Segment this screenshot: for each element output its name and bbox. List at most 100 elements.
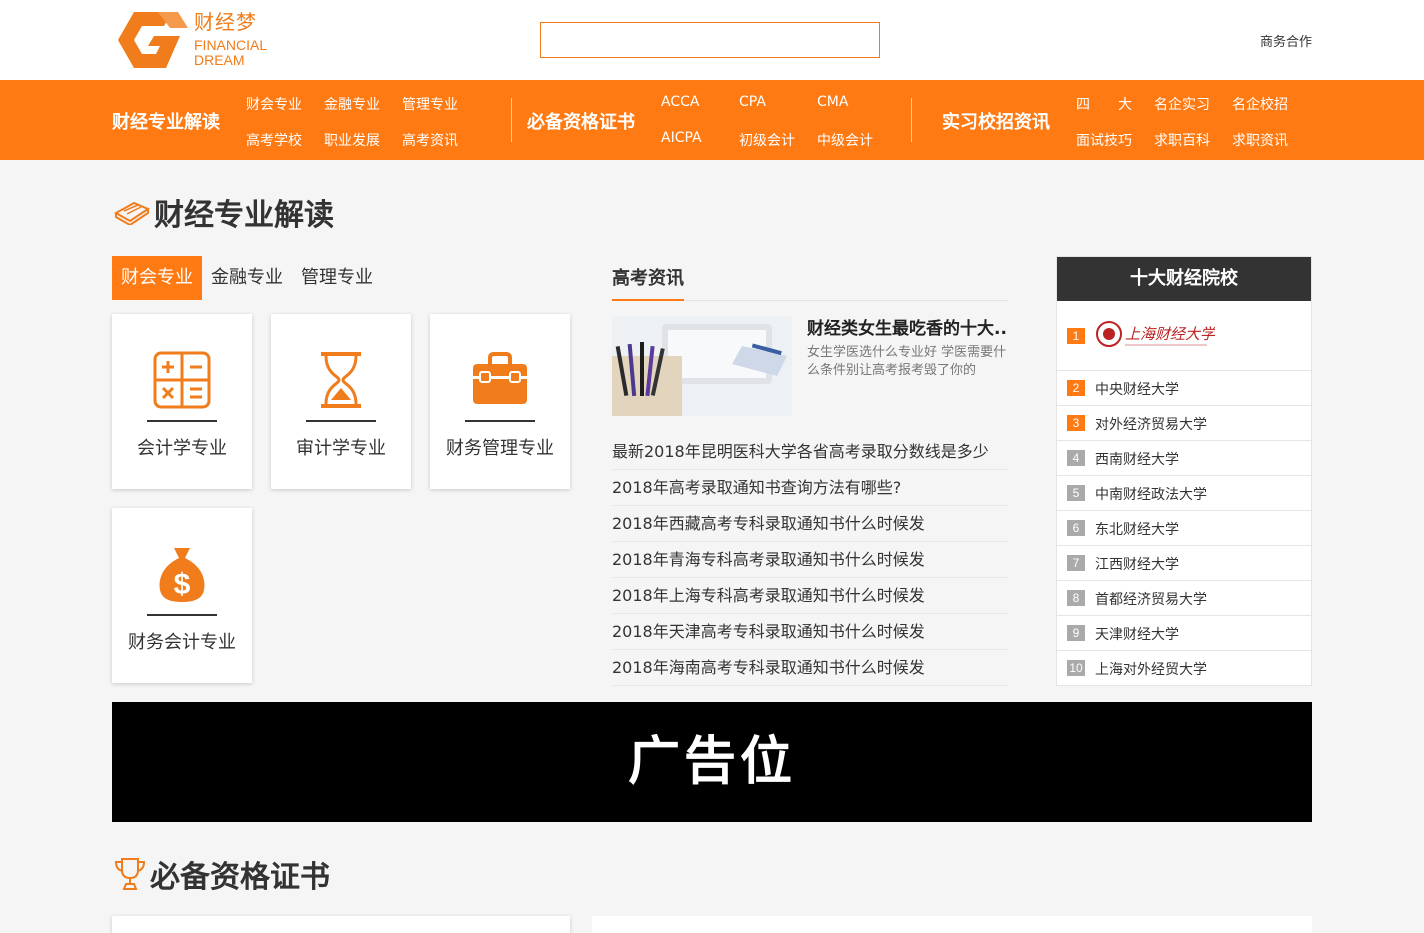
site-header: 财经梦 FINANCIAL DREAM 商务合作	[0, 0, 1424, 80]
section-title-certificates: 必备资格证书	[114, 852, 330, 896]
school-name: 天津财经大学	[1095, 627, 1179, 643]
section-title-text: 财经专业解读	[154, 198, 334, 233]
main-nav: 财经专业解读 财会专业 金融专业 管理专业 高考学校 职业发展 高考资讯 必备资…	[0, 80, 1424, 160]
major-tabs: 财会专业 金融专业 管理专业	[112, 256, 382, 300]
ranking-item[interactable]: 7 江西财经大学	[1057, 546, 1311, 581]
major-card-financial-accounting[interactable]: $ 财务会计专业	[112, 508, 252, 683]
rank-number: 7	[1067, 555, 1085, 571]
news-item[interactable]: 2018年天津高考专科录取通知书什么时候发	[612, 614, 1008, 650]
ad-banner[interactable]: 广告位	[112, 702, 1312, 822]
hourglass-icon	[321, 352, 361, 408]
nav-link[interactable]: 面试技巧	[1076, 130, 1132, 150]
card-label: 财务会计专业	[128, 632, 236, 653]
logo-cn: 财经梦	[194, 10, 257, 34]
news-item[interactable]: 2018年海南高考专科录取通知书什么时候发	[612, 650, 1008, 686]
news-item[interactable]: 2018年高考录取通知书查询方法有哪些?	[612, 470, 1008, 506]
nav-link[interactable]: 名企校招	[1232, 94, 1288, 114]
major-card-financial-management[interactable]: 财务管理专业	[430, 314, 570, 489]
logo-text: 财经梦 FINANCIAL DREAM	[194, 12, 267, 68]
rank-number: 6	[1067, 520, 1085, 536]
news-item[interactable]: 最新2018年昆明医科大学各省高考录取分数线是多少	[612, 434, 1008, 470]
rank-number: 3	[1067, 415, 1085, 431]
tab-accounting[interactable]: 财会专业	[112, 256, 202, 300]
ranking-item[interactable]: 2 中央财经大学	[1057, 371, 1311, 406]
card-divider	[147, 614, 217, 616]
news-header: 高考资讯	[612, 256, 1008, 301]
nav-link[interactable]: 求职百科	[1154, 130, 1210, 150]
logo-en-2: DREAM	[194, 52, 245, 68]
nav-link[interactable]: ACCA	[661, 94, 699, 110]
ranking-item[interactable]: 10 上海对外经贸大学	[1057, 651, 1311, 686]
nav-link[interactable]: 金融专业	[324, 94, 380, 114]
school-name: 西南财经大学	[1095, 452, 1179, 468]
nav-link[interactable]: 名企实习	[1154, 94, 1210, 114]
news-item[interactable]: 2018年青海专科高考录取通知书什么时候发	[612, 542, 1008, 578]
section-title-majors: 财经专业解读	[114, 190, 334, 234]
briefcase-icon	[473, 352, 527, 404]
nav-link[interactable]: AICPA	[661, 130, 702, 146]
rank-number: 2	[1067, 380, 1085, 396]
nav-link[interactable]: 中级会计	[817, 130, 873, 150]
ranking-item[interactable]: 6 东北财经大学	[1057, 511, 1311, 546]
logo-mark-icon	[118, 12, 188, 68]
nav-link[interactable]: CMA	[817, 94, 848, 110]
ranking-item[interactable]: 4 西南财经大学	[1057, 441, 1311, 476]
school-name: 首都经济贸易大学	[1095, 592, 1207, 608]
rank-number: 5	[1067, 485, 1085, 501]
money-bag-icon: $	[159, 548, 205, 602]
card-divider	[465, 420, 535, 422]
ranking-item[interactable]: 9 天津财经大学	[1057, 616, 1311, 651]
card-divider	[306, 420, 376, 422]
svg-text:$: $	[174, 568, 191, 601]
book-icon	[114, 201, 150, 225]
card-divider	[147, 420, 217, 422]
news-item[interactable]: 2018年上海专科高考录取通知书什么时候发	[612, 578, 1008, 614]
featured-news-image[interactable]	[612, 316, 792, 416]
ranking-title: 十大财经院校	[1057, 257, 1311, 301]
nav-link[interactable]: 求职资讯	[1232, 130, 1288, 150]
nav-group-title-jobs[interactable]: 实习校招资讯	[942, 108, 1050, 134]
school-name: 江西财经大学	[1095, 557, 1179, 573]
rank-number: 1	[1067, 328, 1085, 344]
laptop-pens-photo	[612, 316, 792, 416]
nav-link[interactable]: 四 大	[1076, 94, 1132, 114]
search-input[interactable]	[540, 22, 880, 58]
major-card-audit[interactable]: 审计学专业	[271, 314, 411, 489]
news-list: 最新2018年昆明医科大学各省高考录取分数线是多少 2018年高考录取通知书查询…	[612, 434, 1008, 686]
trophy-icon	[114, 858, 146, 890]
ranking-item[interactable]: 5 中南财经政法大学	[1057, 476, 1311, 511]
nav-link[interactable]: 高考学校	[246, 130, 302, 150]
school-name: 上海对外经贸大学	[1095, 662, 1207, 678]
nav-group-title-certs[interactable]: 必备资格证书	[527, 108, 635, 134]
nav-link[interactable]: 初级会计	[739, 130, 795, 150]
nav-link[interactable]: 管理专业	[402, 94, 458, 114]
featured-news-title[interactable]: 财经类女生最吃香的十大...	[807, 314, 1007, 339]
news-item[interactable]: 2018年西藏高考专科录取通知书什么时候发	[612, 506, 1008, 542]
nav-link[interactable]: 财会专业	[246, 94, 302, 114]
major-card-accounting[interactable]: 会计学专业	[112, 314, 252, 489]
ranking-item[interactable]: 3 对外经济贸易大学	[1057, 406, 1311, 441]
rank-number: 8	[1067, 590, 1085, 606]
news-heading[interactable]: 高考资讯	[612, 256, 684, 301]
school-name: 中南财经政法大学	[1095, 487, 1207, 503]
card-label: 会计学专业	[137, 438, 227, 459]
business-cooperation-link[interactable]: 商务合作	[1260, 31, 1312, 50]
certificate-card[interactable]	[112, 916, 570, 933]
ranking-item[interactable]: 8 首都经济贸易大学	[1057, 581, 1311, 616]
nav-link[interactable]: 职业发展	[324, 130, 380, 150]
nav-link[interactable]: CPA	[739, 94, 766, 110]
rank-number: 9	[1067, 625, 1085, 641]
tab-finance[interactable]: 金融专业	[202, 256, 292, 300]
rank-number: 4	[1067, 450, 1085, 466]
calculator-icon	[153, 351, 211, 409]
nav-divider	[911, 98, 912, 142]
university-logo: 上海财经大学	[1096, 321, 1215, 347]
ranking-item-first[interactable]: 1 上海财经大学	[1057, 301, 1311, 371]
nav-group-title-majors[interactable]: 财经专业解读	[112, 108, 220, 134]
featured-news-desc: 女生学医选什么专业好 学医需要什么条件别让高考报考毁了你的	[807, 345, 1007, 378]
site-logo[interactable]: 财经梦 FINANCIAL DREAM	[118, 10, 288, 70]
school-name: 中央财经大学	[1095, 382, 1179, 398]
school-name: 东北财经大学	[1095, 522, 1179, 538]
nav-link[interactable]: 高考资讯	[402, 130, 458, 150]
tab-management[interactable]: 管理专业	[292, 256, 382, 300]
